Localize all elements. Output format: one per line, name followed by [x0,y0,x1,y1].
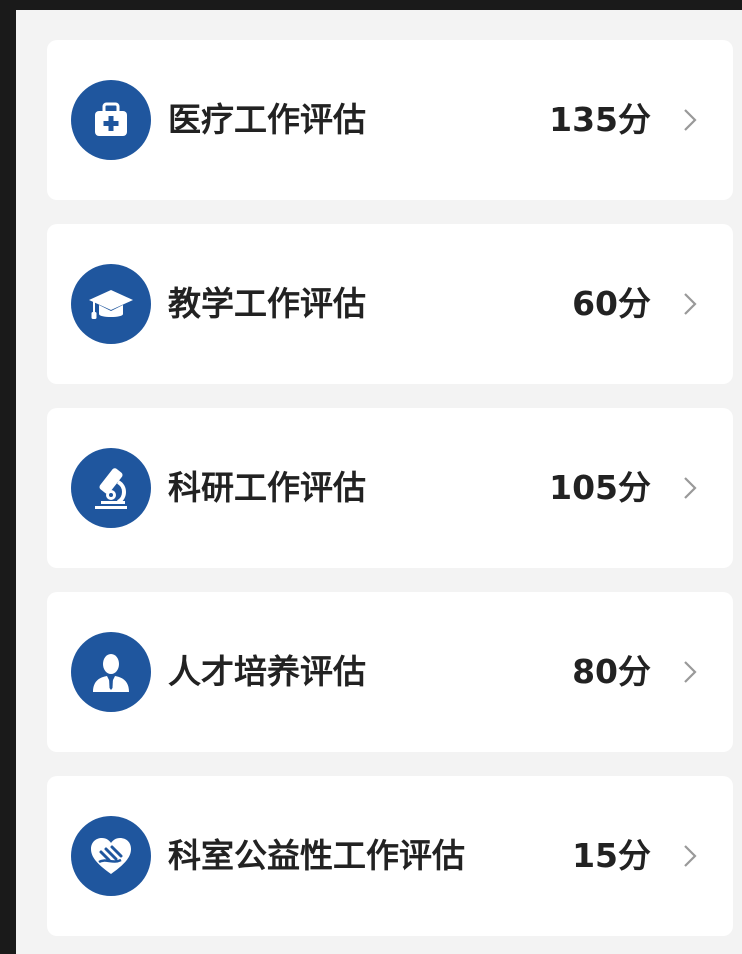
item-score: 80分 [572,652,651,691]
chevron-right-icon [681,842,699,870]
item-label: 科室公益性工作评估 [168,836,465,875]
chevron-right-icon [681,106,699,134]
chevron-right-icon [681,290,699,318]
item-score: 60分 [572,284,651,323]
list-item-talent[interactable]: 人才培养评估 80分 [47,592,733,752]
microscope-icon [71,448,151,528]
chevron-right-icon [681,474,699,502]
medical-kit-icon [71,80,151,160]
item-score: 15分 [572,836,651,875]
heart-hand-icon [71,816,151,896]
item-label: 人才培养评估 [168,652,366,691]
item-score: 135分 [549,100,651,139]
item-label: 教学工作评估 [168,284,366,323]
graduation-cap-icon [71,264,151,344]
list-item-teaching[interactable]: 教学工作评估 60分 [47,224,733,384]
item-label: 科研工作评估 [168,468,366,507]
chevron-right-icon [681,658,699,686]
person-icon [71,632,151,712]
list-item-research[interactable]: 科研工作评估 105分 [47,408,733,568]
evaluation-list: 医疗工作评估 135分 教学工作评估 60分 科研工作评估 105分 人才培养评… [16,10,742,954]
item-label: 医疗工作评估 [168,100,366,139]
list-item-public-welfare[interactable]: 科室公益性工作评估 15分 [47,776,733,936]
list-item-medical[interactable]: 医疗工作评估 135分 [47,40,733,200]
item-score: 105分 [549,468,651,507]
